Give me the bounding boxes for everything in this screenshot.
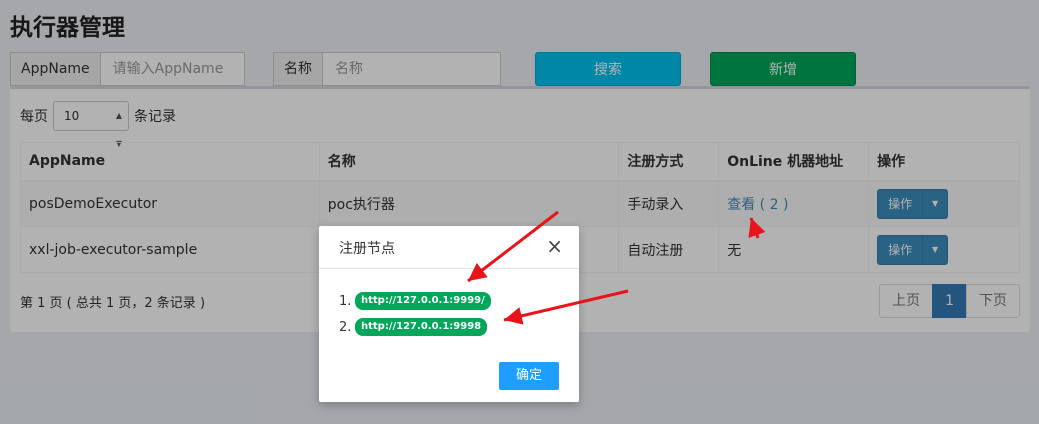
node-list-item: 2. http://127.0.0.1:9998 — [339, 316, 491, 338]
registry-nodes-dialog: 注册节点 × 1. http://127.0.0.1:9999/ 2. http… — [319, 226, 579, 402]
node-address-badge: http://127.0.0.1:9999/ — [355, 292, 491, 310]
dialog-body: 1. http://127.0.0.1:9999/ 2. http://127.… — [339, 290, 491, 342]
ok-button[interactable]: 确定 — [499, 362, 559, 390]
node-index: 2. — [339, 319, 352, 335]
node-address-badge: http://127.0.0.1:9998 — [355, 318, 488, 336]
close-icon[interactable]: × — [546, 236, 563, 256]
dialog-title: 注册节点 — [339, 241, 395, 257]
node-list-item: 1. http://127.0.0.1:9999/ — [339, 290, 491, 312]
dialog-header: 注册节点 × — [319, 226, 579, 269]
node-index: 1. — [339, 293, 352, 309]
